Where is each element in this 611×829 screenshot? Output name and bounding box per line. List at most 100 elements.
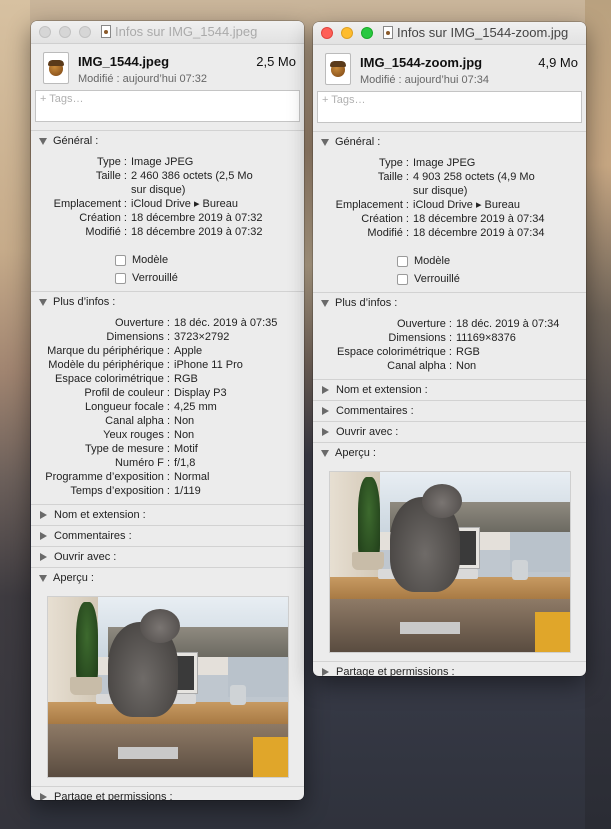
more-info-row: Longueur focale : 4,25 mm: [31, 400, 304, 414]
section-sharing-permissions[interactable]: Partage et permissions :: [31, 786, 304, 800]
more-info-row: Marque du périphérique : Apple: [31, 344, 304, 358]
disclosure-expanded-icon: [39, 137, 47, 145]
disclosure-collapsed-icon: [322, 386, 329, 394]
section-sharing-permissions[interactable]: Partage et permissions :: [313, 661, 586, 676]
checkbox-icon: [397, 255, 408, 267]
more-info-key: Numéro F :: [114, 457, 170, 469]
type-key: Type :: [379, 157, 409, 169]
more-info-value: Non: [456, 360, 477, 372]
zoom-button[interactable]: [361, 27, 373, 39]
tags-field[interactable]: + Tags…: [317, 91, 582, 123]
section-label: Ouvrir avec :: [54, 551, 117, 563]
info-window-img-1544-zoom[interactable]: Infos sur IMG_1544-zoom.jpg IMG_1544-zoo…: [313, 22, 586, 676]
section-name-extension[interactable]: Nom et extension :: [313, 379, 586, 400]
section-open-with[interactable]: Ouvrir avec :: [313, 421, 586, 442]
disclosure-expanded-icon: [39, 574, 47, 582]
section-label: Nom et extension :: [54, 509, 146, 521]
more-info-value: 18 déc. 2019 à 07:34: [456, 318, 560, 330]
created-value: 18 décembre 2019 à 07:32: [131, 212, 263, 224]
modified-value: 18 décembre 2019 à 07:34: [413, 227, 545, 239]
file-name: IMG_1544-zoom.jpg: [360, 55, 483, 70]
size-key: Taille :: [377, 171, 409, 183]
more-info-row: Canal alpha : Non: [31, 414, 304, 428]
disclosure-collapsed-icon: [40, 511, 47, 519]
preview-area: [313, 463, 586, 661]
title-bar[interactable]: Infos sur IMG_1544.jpeg: [31, 21, 304, 44]
locked-label: Verrouillé: [132, 272, 178, 284]
more-info-list: Ouverture :18 déc. 2019 à 07:34 Dimension…: [313, 313, 586, 379]
section-label: Partage et permissions :: [54, 791, 173, 800]
file-modified: Modifié : aujourd’hui 07:32: [78, 73, 208, 85]
section-label: Partage et permissions :: [336, 666, 455, 676]
more-info-key: Canal alpha :: [105, 415, 170, 427]
more-info-value: 1/119: [174, 485, 201, 497]
section-comments[interactable]: Commentaires :: [313, 400, 586, 421]
disclosure-collapsed-icon: [40, 532, 47, 540]
jpeg-file-icon: [325, 53, 351, 85]
more-info-value: RGB: [456, 346, 480, 358]
section-general[interactable]: Général :: [31, 130, 304, 151]
title-bar[interactable]: Infos sur IMG_1544-zoom.jpg: [313, 22, 586, 45]
section-label: Aperçu :: [335, 447, 376, 459]
more-info-row: Espace colorimétrique : RGB: [31, 372, 304, 386]
minimize-button[interactable]: [59, 26, 71, 38]
created-value: 18 décembre 2019 à 07:34: [413, 213, 545, 225]
size-value: 4 903 258 octets (4,9 Mo: [413, 171, 535, 183]
section-name-extension[interactable]: Nom et extension :: [31, 504, 304, 525]
section-label: Nom et extension :: [336, 384, 428, 396]
section-label: Général :: [53, 135, 99, 147]
minimize-button[interactable]: [341, 27, 353, 39]
template-checkbox[interactable]: Modèle: [397, 252, 586, 270]
more-info-row: Ouverture : 18 déc. 2019 à 07:35: [31, 316, 304, 330]
template-label: Modèle: [414, 255, 451, 267]
section-preview[interactable]: Aperçu :: [31, 567, 304, 588]
file-size: 4,9 Mo: [538, 55, 578, 70]
section-preview[interactable]: Aperçu :: [313, 442, 586, 463]
document-icon: [101, 25, 111, 38]
locked-checkbox[interactable]: Verrouillé: [397, 270, 586, 288]
zoom-button[interactable]: [79, 26, 91, 38]
more-info-row: Yeux rouges : Non: [31, 428, 304, 442]
info-window-img-1544[interactable]: Infos sur IMG_1544.jpeg IMG_1544.jpeg 2,…: [31, 21, 304, 800]
more-info-row: Dimensions : 11169×8376: [313, 331, 586, 345]
more-info-key: Longueur focale :: [84, 401, 170, 413]
section-comments[interactable]: Commentaires :: [31, 525, 304, 546]
section-open-with[interactable]: Ouvrir avec :: [31, 546, 304, 567]
more-info-value: 11169×8376: [456, 332, 516, 344]
location-key: Emplacement :: [53, 198, 127, 210]
modified-value: 18 décembre 2019 à 07:32: [131, 226, 263, 238]
file-name: IMG_1544.jpeg: [78, 54, 170, 69]
more-info-value: Non: [174, 429, 195, 441]
template-checkbox[interactable]: Modèle: [115, 251, 304, 269]
modified-key: Modifié :: [367, 227, 409, 239]
general-info: Type : Image JPEG Taille : 2 460 386 octet…: [31, 151, 304, 245]
location-value: iCloud Drive ▸ Bureau: [413, 199, 521, 211]
section-more-info[interactable]: Plus d’infos :: [31, 291, 304, 312]
file-modified: Modifié : aujourd’hui 07:34: [360, 74, 490, 86]
more-info-key: Ouverture :: [396, 318, 452, 330]
checkbox-icon: [115, 254, 126, 266]
more-info-value: f/1,8: [174, 457, 196, 469]
locked-label: Verrouillé: [414, 273, 460, 285]
more-info-row: Numéro F : f/1,8: [31, 456, 304, 470]
locked-checkbox[interactable]: Verrouillé: [115, 269, 304, 287]
section-general[interactable]: Général :: [313, 131, 586, 152]
tags-field[interactable]: + Tags…: [35, 90, 300, 122]
section-label: Aperçu :: [53, 572, 94, 584]
size-key: Taille :: [95, 170, 127, 182]
more-info-value: RGB: [174, 373, 198, 385]
more-info-list: Ouverture :18 déc. 2019 à 07:35 Dimension…: [31, 312, 304, 504]
section-label: Commentaires :: [336, 405, 414, 417]
close-button[interactable]: [39, 26, 51, 38]
disclosure-expanded-icon: [321, 138, 329, 146]
section-more-info[interactable]: Plus d’infos :: [313, 292, 586, 313]
type-key: Type :: [97, 156, 127, 168]
size-value-cont: sur disque): [413, 185, 468, 197]
close-button[interactable]: [321, 27, 333, 39]
document-icon: [383, 26, 393, 39]
size-value: 2 460 386 octets (2,5 Mo: [131, 170, 253, 182]
more-info-key: Dimensions :: [388, 332, 452, 344]
disclosure-collapsed-icon: [322, 668, 329, 676]
more-info-row: Espace colorimétrique : RGB: [313, 345, 586, 359]
disclosure-expanded-icon: [321, 449, 329, 457]
